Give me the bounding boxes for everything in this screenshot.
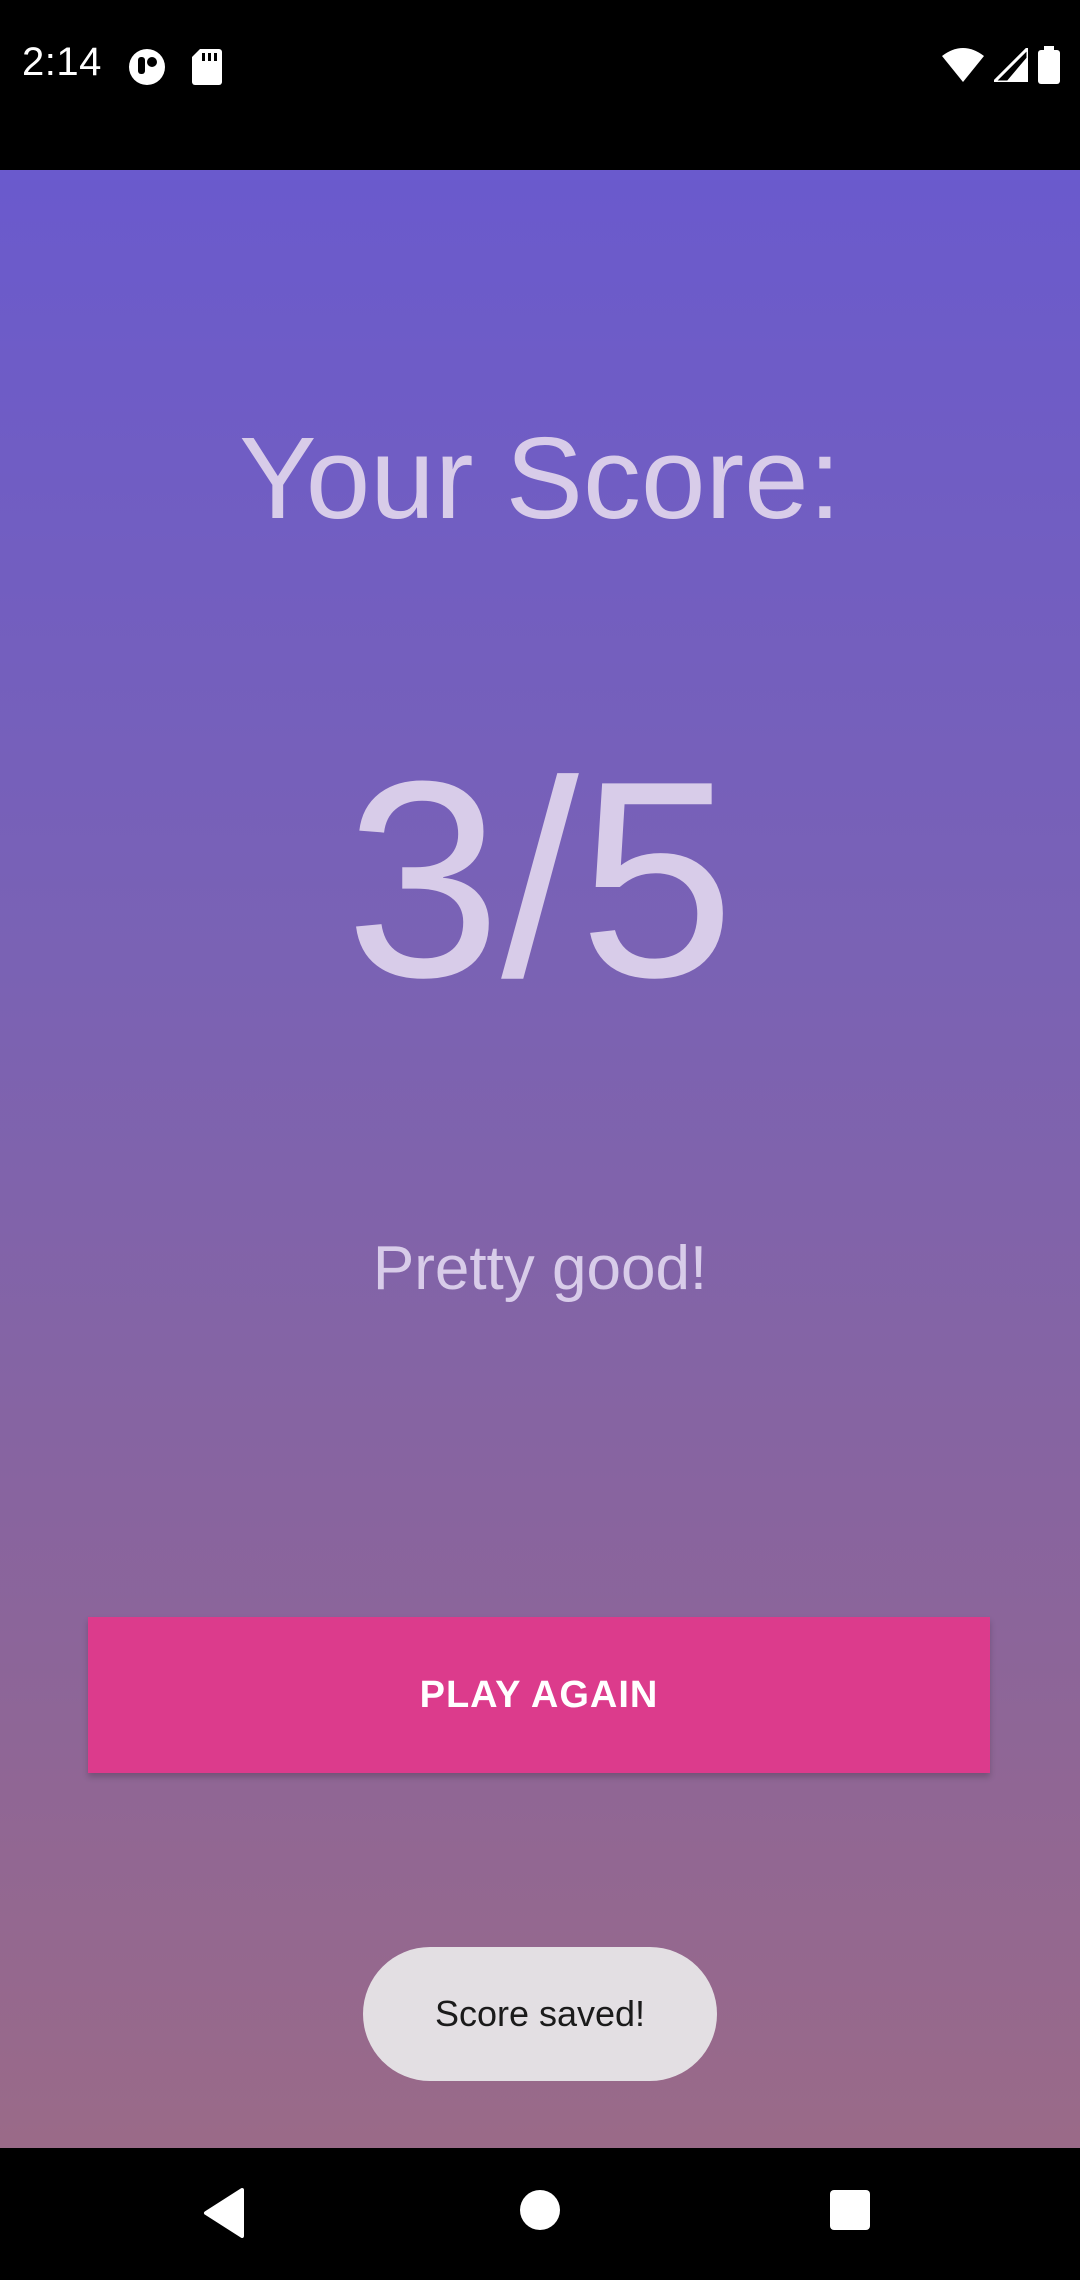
toast-message: Score saved! [363,1947,717,2081]
recents-icon[interactable] [828,2188,872,2237]
status-left-icons [128,48,222,91]
wifi-icon [942,48,984,87]
score-value: 3/5 [345,724,735,1036]
score-message: Pretty good! [372,1234,708,1303]
status-bar: 2:14 [0,0,1080,170]
home-icon[interactable] [518,2188,562,2237]
battery-icon [1038,46,1060,89]
navigation-bar [0,2148,1080,2280]
status-right-icons [942,44,1060,89]
play-again-button[interactable]: PLAY AGAIN [88,1617,990,1773]
app-notification-icon [128,48,166,91]
results-screen: Your Score: 3/5 Pretty good! PLAY AGAIN … [0,170,1080,2148]
sd-card-icon [192,49,222,90]
score-title: Your Score: [239,413,841,543]
cellular-signal-icon [990,44,1030,87]
back-icon[interactable] [202,2188,246,2243]
toast-text: Score saved! [434,1993,646,2034]
phone-screen: 2:14 Your Score: 3/5 Pretty good! PLAY A… [0,0,1080,2280]
status-time: 2:14 [22,40,102,84]
